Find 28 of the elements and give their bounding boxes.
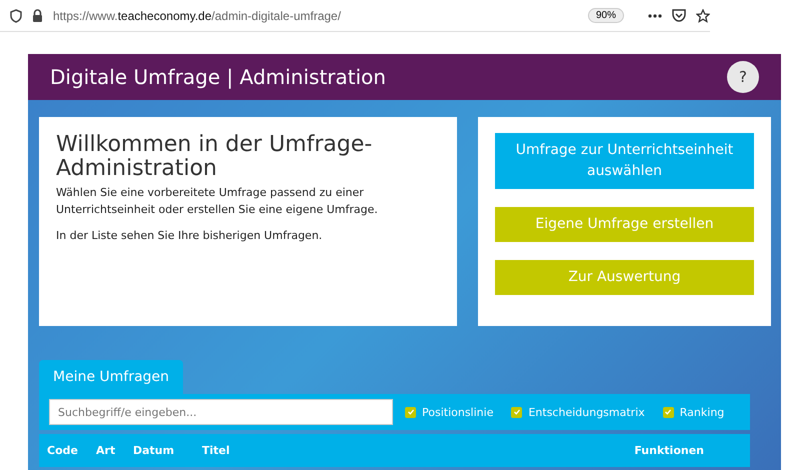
help-button[interactable]: ? bbox=[727, 61, 759, 93]
checkbox-label: Entscheidungsmatrix bbox=[528, 406, 645, 418]
shield-icon[interactable] bbox=[10, 8, 22, 22]
lock-icon bbox=[32, 9, 43, 22]
column-header: Art bbox=[96, 444, 116, 457]
checkbox-label: Positionslinie bbox=[422, 406, 494, 418]
tab[interactable]: Meine Umfragen bbox=[39, 360, 184, 394]
column-header: Code bbox=[47, 444, 79, 457]
action-button[interactable]: Zur Auswertung bbox=[495, 260, 754, 295]
pocket-icon[interactable] bbox=[672, 9, 686, 22]
zoom-level[interactable]: 90% bbox=[588, 8, 624, 23]
search-field[interactable]: Suchbegriff/e eingeben... bbox=[49, 399, 393, 425]
action-button[interactable]: Eigene Umfrage erstellen bbox=[495, 207, 754, 242]
welcome-text: Wählen Sie eine vorbereitete Umfrage passend zu einer Unterrichtseinheit oder erstellen Sie eine eigene Umfrage. bbox=[56, 185, 379, 218]
checkbox[interactable] bbox=[405, 406, 416, 418]
checkbox-label: Ranking bbox=[680, 406, 724, 418]
checkbox[interactable] bbox=[511, 406, 522, 418]
checkbox[interactable] bbox=[662, 406, 674, 418]
welcome-text: In der Liste sehen Sie Ihre bisherigen Umfragen. bbox=[56, 228, 324, 244]
page-title: Digitale Umfrage | Administration bbox=[50, 65, 386, 89]
column-header: Titel bbox=[202, 444, 230, 457]
column-header: Datum bbox=[133, 444, 176, 457]
welcome-title: Willkommen in der Umfrage-Administration bbox=[56, 133, 374, 182]
url-field[interactable]: https://www.teacheconomy.de/admin-digitale-umfrage/ bbox=[53, 8, 341, 22]
column-header: Funktionen bbox=[634, 444, 704, 457]
more-icon[interactable] bbox=[648, 14, 662, 18]
action-button[interactable]: Umfrage zur Unterrichtseinheit auswählen bbox=[495, 133, 754, 189]
star-icon[interactable] bbox=[696, 8, 710, 22]
